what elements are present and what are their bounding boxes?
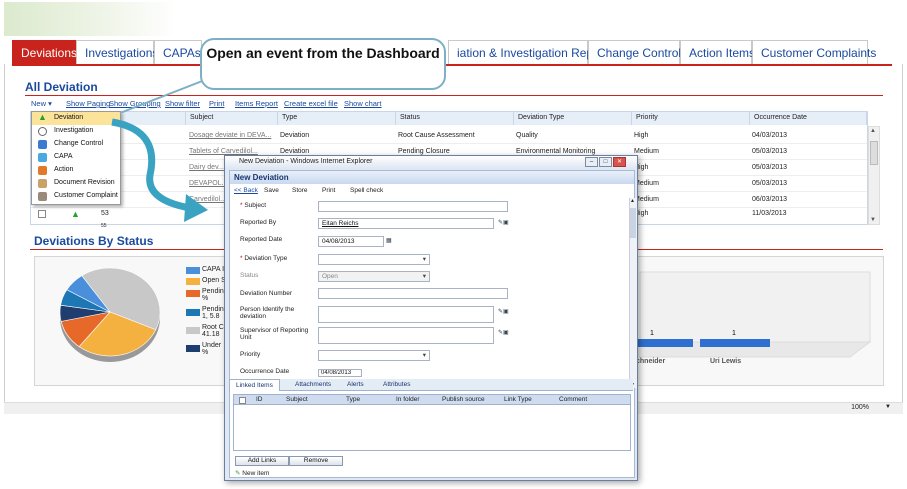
arrow-head	[184, 194, 208, 222]
legend-root-cause: Root C 41.18	[202, 324, 224, 338]
window-title: New Deviation - Windows Internet Explore…	[239, 158, 373, 165]
occurrence-date-input[interactable]: 04/08/2013	[318, 369, 362, 377]
legend-swatch	[186, 290, 200, 297]
lookup-icon[interactable]: ✎▣	[498, 308, 512, 316]
col-id[interactable]: ID	[256, 396, 263, 403]
bar-2	[700, 339, 770, 347]
callout-pointer	[119, 77, 211, 114]
status-section-title: Deviations By Status	[34, 234, 154, 248]
zoom-level[interactable]: 100%	[851, 404, 869, 411]
bar-1-label: 1	[650, 330, 654, 337]
deviation-type-label-text: Deviation Type	[244, 255, 288, 262]
tab-attributes[interactable]: Attributes	[377, 379, 416, 391]
legend-swatch	[186, 345, 200, 352]
scroll-up-icon[interactable]: ▲	[630, 198, 635, 204]
curved-arrow	[111, 118, 191, 212]
spell-check-button[interactable]: Spell check	[350, 187, 383, 194]
add-links-button[interactable]: Add Links	[235, 456, 289, 466]
reported-by-input[interactable]: Eitan Reichs	[318, 218, 494, 229]
legend-under: Under %	[202, 342, 222, 356]
print-button[interactable]: Print	[322, 187, 335, 194]
legend-open: Open S	[202, 277, 226, 284]
legend-pending: Pendin %	[202, 288, 224, 302]
scroll-thumb[interactable]	[630, 208, 636, 238]
remove-button[interactable]: Remove	[289, 456, 343, 466]
owner-bar-chart: 1 1 chneider Uri Lewis	[630, 271, 872, 365]
status-label: Status	[240, 272, 259, 279]
chart-back-wall	[639, 271, 871, 343]
new-item-link[interactable]: ✎ New item	[235, 469, 269, 477]
subject-label-text: Subject	[244, 202, 267, 209]
deviation-type-select[interactable]	[318, 254, 430, 265]
col-comment[interactable]: Comment	[559, 396, 587, 403]
linked-items-body	[233, 405, 631, 451]
supervisor-label: Supervisor of Reporting Unit	[240, 327, 309, 341]
subject-label: * Subject	[240, 202, 267, 209]
legend-pending-closure: Pendin 1, 5.8	[202, 306, 224, 320]
legend-swatch	[186, 309, 200, 316]
callout-bubble: Open an event from the Dashboard	[200, 38, 446, 90]
col-subject[interactable]: Subject	[286, 396, 308, 403]
select-all-checkbox[interactable]	[239, 397, 246, 404]
form-tabs: Linked Items Attachments Alerts Attribut…	[229, 379, 633, 391]
bar-2-label: 1	[732, 330, 736, 337]
reported-date-label: Reported Date	[240, 236, 283, 243]
legend-swatch	[186, 327, 200, 334]
lookup-icon[interactable]: ✎▣	[498, 329, 512, 337]
lookup-icon[interactable]: ✎▣	[498, 219, 512, 227]
subject-input[interactable]	[318, 201, 508, 212]
legend-capa: CAPA I	[202, 266, 225, 273]
bar-1	[638, 339, 693, 347]
reported-by-label: Reported By	[240, 219, 277, 226]
person-identify-label: Person Identify the deviation	[240, 306, 295, 320]
linked-items-header: ID Subject Type In folder Publish source…	[233, 394, 631, 405]
maximize-button[interactable]: □	[599, 157, 612, 167]
zoom-dropdown-icon[interactable]: ▼	[885, 404, 891, 410]
col-publish-source[interactable]: Publish source	[442, 396, 485, 403]
supervisor-input[interactable]	[318, 327, 494, 344]
bar-2-name: Uri Lewis	[710, 358, 741, 365]
tab-linked-items[interactable]: Linked Items	[229, 379, 280, 391]
new-item-icon: ✎	[235, 470, 241, 477]
priority-select[interactable]	[318, 350, 430, 361]
form-toolbar: << Back Save Store Print Spell check	[230, 185, 634, 197]
tab-attachments[interactable]: Attachments	[289, 379, 337, 391]
form-scrollbar[interactable]: ▲ ▼	[629, 198, 637, 388]
col-type[interactable]: Type	[346, 396, 360, 403]
tab-alerts[interactable]: Alerts	[341, 379, 370, 391]
reported-date-input[interactable]: 04/08/2013	[318, 236, 384, 247]
save-button[interactable]: Save	[264, 187, 279, 194]
new-item-label: New item	[242, 470, 270, 477]
priority-label: Priority	[240, 351, 261, 358]
calendar-icon[interactable]: ▦	[386, 237, 400, 245]
person-identify-input[interactable]	[318, 306, 494, 323]
deviation-number-input[interactable]	[318, 288, 508, 299]
legend-swatch	[186, 278, 200, 285]
form-header: New Deviation	[230, 171, 634, 184]
window-titlebar: New Deviation - Windows Internet Explore…	[225, 156, 637, 169]
status-pie-chart	[59, 267, 161, 362]
bar-1-name: chneider	[636, 358, 665, 365]
deviation-type-label: * Deviation Type	[240, 255, 288, 262]
occurrence-date-label: Occurrence Date	[240, 368, 290, 375]
col-in-folder[interactable]: In folder	[396, 396, 420, 403]
col-link-type[interactable]: Link Type	[504, 396, 532, 403]
legend-swatch	[186, 267, 200, 274]
close-button[interactable]: ✕	[613, 157, 626, 167]
new-deviation-window: New Deviation - Windows Internet Explore…	[224, 155, 638, 481]
status-select[interactable]: Open	[318, 271, 430, 282]
store-button[interactable]: Store	[292, 187, 308, 194]
pie-slices	[59, 267, 161, 362]
callout-text: Open an event from the Dashboard	[206, 45, 440, 61]
back-link[interactable]: << Back	[234, 187, 258, 194]
deviation-number-label: Deviation Number	[240, 290, 293, 297]
minimize-button[interactable]: –	[585, 157, 598, 167]
